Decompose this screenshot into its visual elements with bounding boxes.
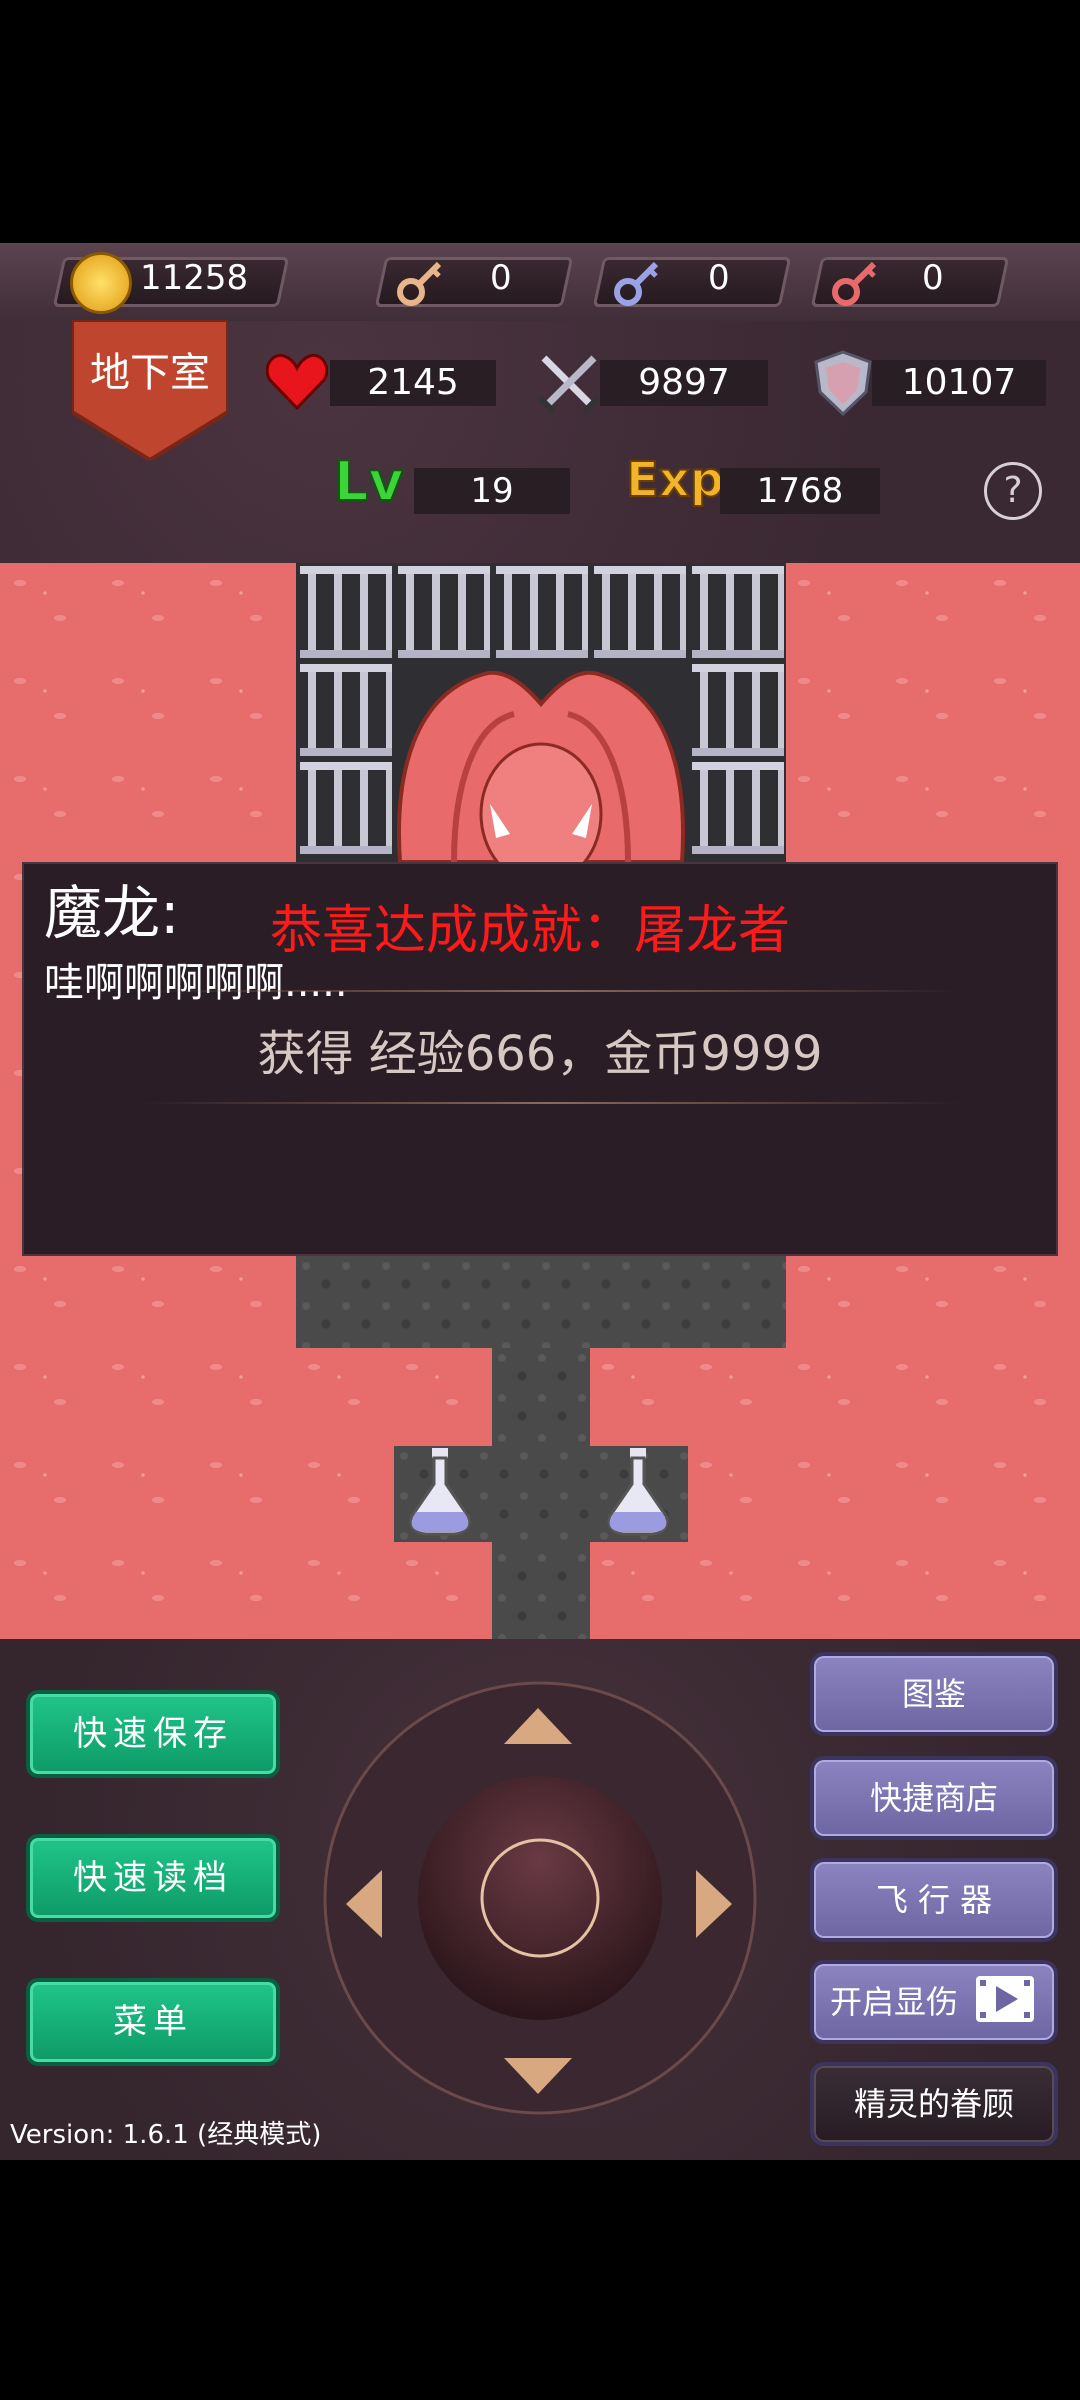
achievement-text: 恭喜达成成就：屠龙者 [270, 901, 791, 961]
red-key-icon [830, 258, 880, 308]
sword-icon [537, 352, 601, 415]
help-button[interactable]: ? [984, 462, 1042, 520]
fairy-blessing-button[interactable]: 精灵的眷顾 [810, 2062, 1058, 2146]
attack-value: 9897 [638, 362, 730, 403]
reward-text: 获得 经验666，金币9999 [257, 1026, 823, 1082]
yellow-key-value: 0 [490, 258, 512, 298]
yellow-key-icon [395, 258, 445, 308]
quick-shop-button[interactable]: 快捷商店 [810, 1756, 1058, 1840]
iron-bars-tile [300, 762, 392, 854]
iron-bars-tile [692, 664, 784, 756]
quick-save-button[interactable]: 快速保存 [26, 1690, 280, 1778]
fly-device-button[interactable]: 飞 行 器 [810, 1858, 1058, 1942]
blue-key-value: 0 [708, 258, 730, 298]
iron-bars-tile [692, 762, 784, 854]
video-ad-icon [974, 1974, 1036, 2024]
level-value: 19 [470, 471, 514, 511]
iron-bars-tile [496, 566, 588, 658]
red-key-value: 0 [922, 258, 944, 298]
arrow-left-icon[interactable] [344, 1868, 384, 1940]
gold-value: 11258 [140, 258, 249, 298]
menu-button[interactable]: 菜单 [26, 1978, 280, 2066]
hp-value: 2145 [367, 362, 459, 403]
gold-coin-icon [70, 252, 132, 314]
exp-label: Exp [625, 451, 725, 509]
divider [140, 990, 960, 992]
dragon-sprite [394, 664, 688, 886]
exp-value: 1768 [756, 471, 844, 511]
shield-icon [812, 350, 874, 417]
quick-load-button[interactable]: 快速读档 [26, 1834, 280, 1922]
potion-icon [602, 1446, 674, 1536]
iron-bars-tile [398, 566, 490, 658]
arrow-down-icon[interactable] [502, 2056, 574, 2096]
defense-value: 10107 [901, 362, 1017, 403]
iron-bars-tile [300, 566, 392, 658]
iron-bars-tile [300, 664, 392, 756]
potion-icon [404, 1446, 476, 1536]
encyclopedia-button[interactable]: 图鉴 [810, 1652, 1058, 1736]
damage-display-label: 开启显伤 [830, 1983, 959, 2021]
arrow-up-icon[interactable] [502, 1706, 574, 1746]
dialog-speaker: 魔龙: [44, 879, 180, 947]
iron-bars-tile [692, 566, 784, 658]
heart-icon [265, 352, 329, 411]
divider [140, 1102, 960, 1104]
arrow-right-icon[interactable] [694, 1868, 734, 1940]
floor-corridor [296, 1256, 786, 1348]
blue-key-icon [612, 258, 662, 308]
version-label: Version: 1.6.1 (经典模式) [10, 2120, 322, 2150]
iron-bars-tile [594, 566, 686, 658]
dialog-message: 哇啊啊啊啊啊..... [44, 960, 348, 1006]
level-label: Lv [333, 449, 405, 514]
location-label: 地下室 [90, 350, 210, 396]
